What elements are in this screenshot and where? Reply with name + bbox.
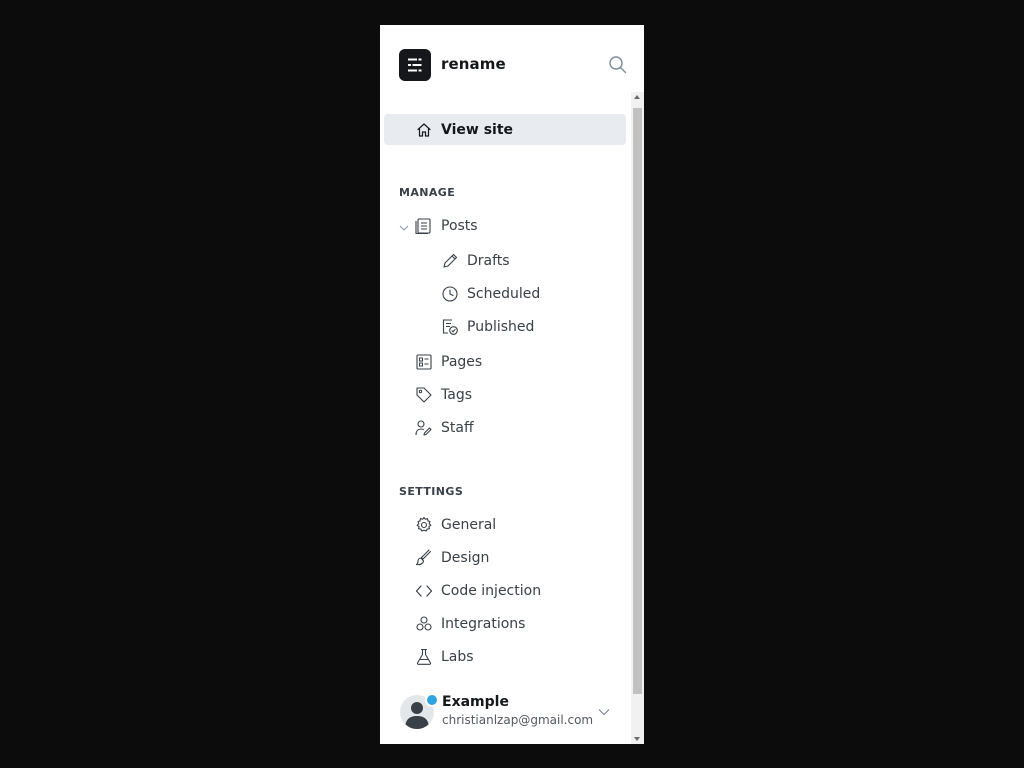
online-status-dot	[425, 693, 439, 707]
scroll-thumb[interactable]	[633, 108, 642, 694]
nav-scheduled-label: Scheduled	[467, 286, 541, 302]
nav-labs[interactable]: Labs	[415, 641, 474, 673]
nav-view-site[interactable]: View site	[384, 114, 626, 145]
section-manage-heading: MANAGE	[399, 186, 456, 199]
flask-icon	[415, 648, 433, 666]
published-icon	[441, 318, 459, 336]
clock-icon	[441, 285, 459, 303]
nav-tags-label: Tags	[441, 387, 472, 403]
nav-posts[interactable]: Posts	[415, 210, 478, 242]
nav-tags[interactable]: Tags	[415, 379, 472, 411]
scrollbar[interactable]	[631, 92, 644, 744]
pencil-icon	[441, 252, 459, 270]
nav-scheduled[interactable]: Scheduled	[441, 278, 540, 310]
nav-drafts[interactable]: Drafts	[441, 245, 510, 277]
user-menu[interactable]: Example christianlzap@gmail.com	[380, 688, 630, 738]
nav-integrations-label: Integrations	[441, 616, 526, 632]
scroll-down-arrow[interactable]	[634, 737, 640, 741]
integrations-icon	[415, 615, 433, 633]
nav-general[interactable]: General	[415, 509, 496, 541]
chevron-down-icon[interactable]	[398, 222, 410, 234]
scroll-up-arrow[interactable]	[634, 95, 640, 99]
gear-icon	[415, 516, 433, 534]
site-logo[interactable]	[399, 49, 431, 81]
tag-icon	[415, 386, 433, 404]
site-logo-icon	[408, 58, 422, 72]
sidebar-header: rename	[380, 25, 644, 105]
section-settings-heading: SETTINGS	[399, 485, 464, 498]
nav-pages-label: Pages	[441, 354, 483, 370]
user-email: christianlzap@gmail.com	[442, 713, 594, 727]
nav-drafts-label: Drafts	[467, 253, 510, 269]
home-icon	[415, 121, 433, 139]
nav-general-label: General	[441, 517, 497, 533]
nav-published-label: Published	[467, 319, 535, 335]
nav-pages[interactable]: Pages	[415, 346, 482, 378]
search-icon	[609, 56, 627, 74]
nav-design[interactable]: Design	[415, 542, 489, 574]
code-icon	[415, 582, 433, 600]
nav-published[interactable]: Published	[441, 311, 534, 343]
search-button[interactable]	[608, 55, 628, 75]
chevron-down-icon[interactable]	[597, 705, 611, 719]
nav-code-injection-label: Code injection	[441, 583, 542, 599]
sidebar: rename View site MANAGE Posts Drafts Sch…	[380, 25, 644, 744]
posts-icon	[415, 217, 433, 235]
nav-staff-label: Staff	[441, 420, 474, 436]
nav-design-label: Design	[441, 550, 490, 566]
site-title[interactable]: rename	[441, 55, 506, 73]
nav-posts-label: Posts	[441, 218, 478, 234]
user-name: Example	[442, 694, 509, 710]
nav-integrations[interactable]: Integrations	[415, 608, 525, 640]
brush-icon	[415, 549, 433, 567]
nav-staff[interactable]: Staff	[415, 412, 474, 444]
nav-code-injection[interactable]: Code injection	[415, 575, 541, 607]
nav-labs-label: Labs	[441, 649, 474, 665]
pages-icon	[415, 353, 433, 371]
nav-view-site-label: View site	[441, 121, 514, 138]
staff-icon	[415, 419, 433, 437]
